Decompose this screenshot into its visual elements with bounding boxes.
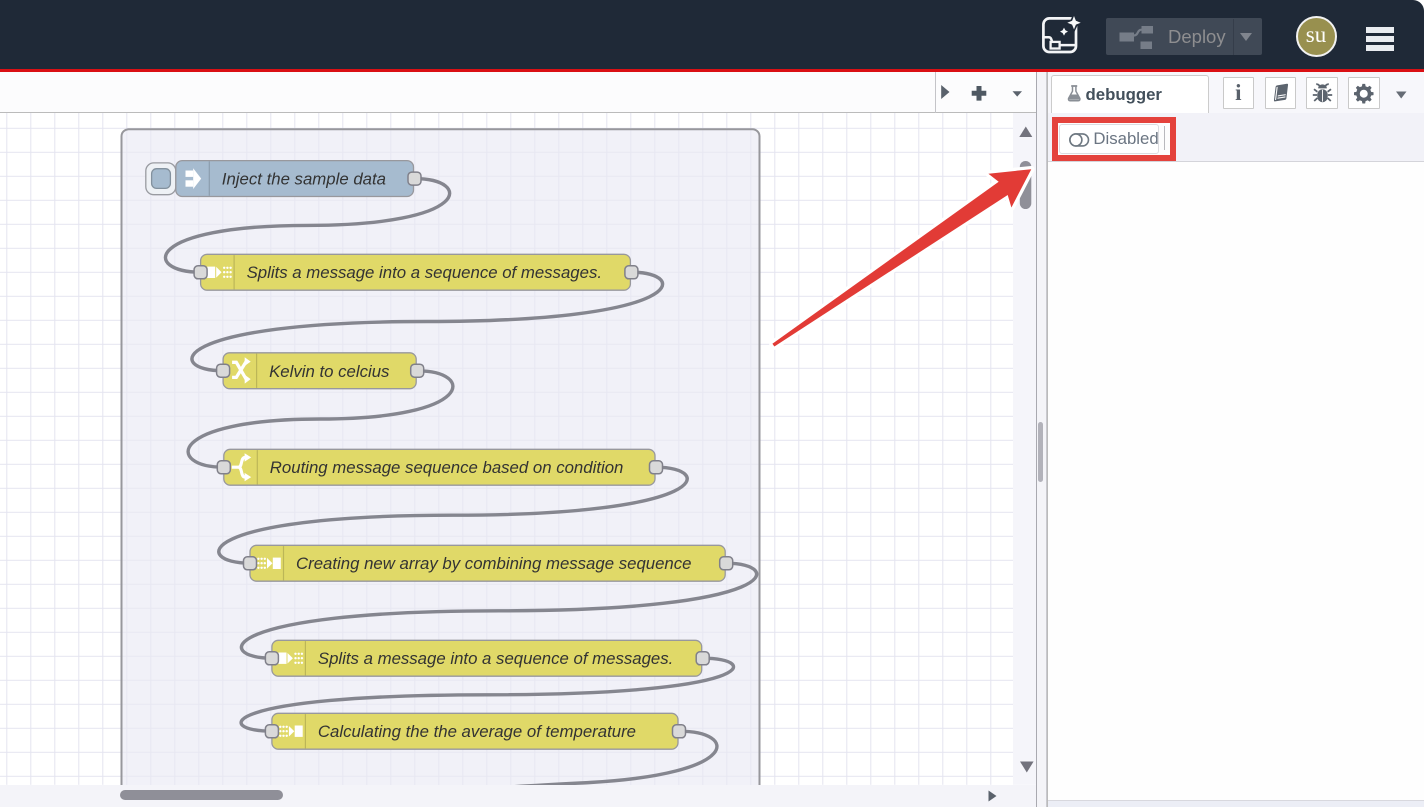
- svg-text:Routing message sequence based: Routing message sequence based on condit…: [270, 458, 624, 477]
- svg-text:Kelvin to celcius: Kelvin to celcius: [269, 362, 390, 381]
- svg-text:Inject the sample data: Inject the sample data: [222, 170, 386, 189]
- svg-text:Splits a message into a sequen: Splits a message into a sequence of mess…: [247, 263, 602, 282]
- svg-text:Creating new array by combinin: Creating new array by combining message …: [296, 554, 692, 573]
- svg-text:Splits a message into a sequen: Splits a message into a sequence of mess…: [318, 649, 673, 668]
- svg-text:Calculating the the average of: Calculating the the average of temperatu…: [318, 722, 636, 741]
